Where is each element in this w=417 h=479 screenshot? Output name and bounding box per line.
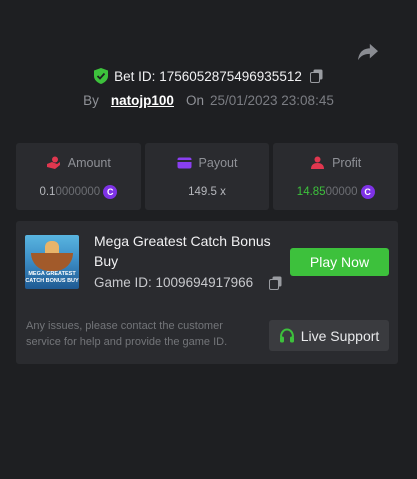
bet-id-value: 1756052875496935512 — [159, 68, 302, 84]
stat-profit: Profit 14.85 00000 C — [273, 143, 399, 210]
game-title: Mega Greatest Catch Bonus Buy — [94, 233, 271, 269]
stat-payout: Payout 149.5 x — [144, 143, 270, 210]
hand-coin-icon — [46, 156, 60, 169]
stat-amount-label: Amount — [67, 156, 111, 170]
stat-amount-value-main: 0.1 — [39, 186, 56, 198]
profit-icon — [311, 156, 325, 169]
coin-icon: C — [360, 185, 375, 199]
stat-profit-value-dim: 00000 — [325, 186, 358, 198]
shield-check-icon — [94, 68, 109, 84]
bet-datetime: 25/01/2023 23:08:45 — [209, 93, 334, 108]
bet-stats: Amount 0.1 0000000 C Payout 149.5 x Profi… — [16, 143, 399, 210]
stat-payout-value: 149.5 x — [188, 186, 226, 198]
headset-icon — [279, 327, 294, 342]
username-link[interactable]: natojp100 — [111, 93, 174, 108]
coin-icon: C — [103, 185, 118, 199]
on-label: On — [185, 93, 204, 108]
copy-icon[interactable] — [309, 69, 323, 83]
live-support-label: Live Support — [300, 327, 380, 344]
play-now-button[interactable]: Play Now — [290, 248, 389, 276]
support-notice: Any issues, please contact the customer … — [26, 320, 228, 348]
stat-amount-value-dim: 0000000 — [55, 186, 101, 198]
game-thumbnail[interactable]: MEGA GREATEST CATCH BONUS BUY — [25, 235, 79, 289]
game-id-row: Game ID: 1009694917966 — [94, 275, 282, 290]
thumb-text-1: MEGA GREATEST — [28, 271, 76, 277]
stat-profit-label: Profit — [332, 156, 362, 170]
thumb-text-2: CATCH BONUS BUY — [25, 278, 79, 284]
stat-profit-value-main: 14.85 — [296, 186, 326, 198]
live-support-button[interactable]: Live Support — [269, 320, 389, 351]
by-label: By — [83, 93, 99, 108]
game-id-label: Game ID: — [94, 275, 152, 290]
copy-icon[interactable] — [269, 276, 282, 290]
game-id-value: 1009694917966 — [155, 275, 254, 290]
bet-id-label: Bet ID: — [114, 68, 156, 84]
stat-amount: Amount 0.1 0000000 C — [16, 143, 141, 210]
game-panel: MEGA GREATEST CATCH BONUS BUY Mega Great… — [16, 221, 398, 364]
bet-meta-row: By natojp100 On 25/01/2023 23:08:45 — [0, 93, 417, 108]
wallet-icon — [177, 157, 192, 169]
thumb-boat — [31, 253, 73, 271]
share-icon[interactable] — [357, 42, 379, 62]
bet-id-row: Bet ID: 1756052875496935512 — [0, 68, 417, 84]
stat-payout-label: Payout — [198, 156, 238, 170]
